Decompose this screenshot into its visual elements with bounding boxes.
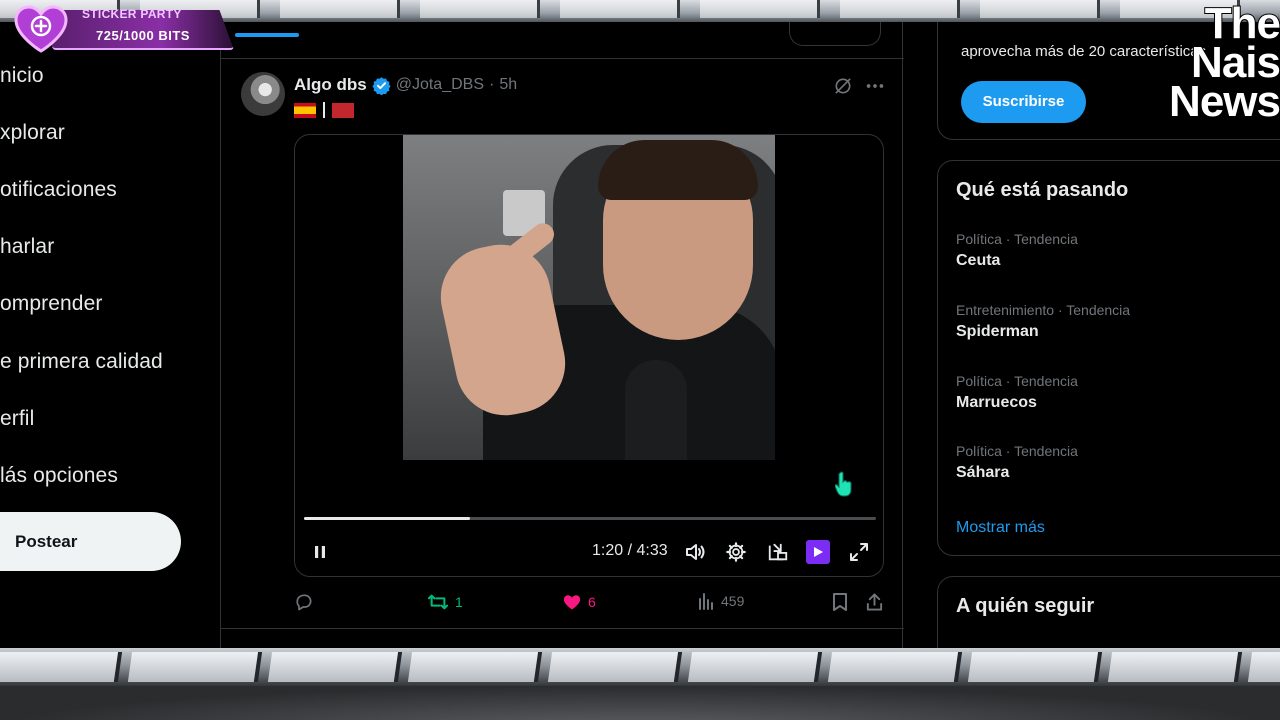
post-button[interactable]: Postear bbox=[0, 512, 181, 571]
grok-play-button[interactable] bbox=[806, 540, 830, 564]
video-frame[interactable] bbox=[403, 135, 775, 460]
trend-item-marruecos[interactable]: Política · Tendencia Marruecos bbox=[956, 373, 1276, 412]
spain-flag-icon bbox=[294, 102, 316, 118]
video-time: 1:20 / 4:33 bbox=[592, 542, 668, 559]
retweet-button[interactable]: 1 bbox=[427, 592, 463, 612]
video-progress-fill bbox=[304, 517, 470, 520]
views-chart-icon bbox=[699, 593, 713, 610]
divider bbox=[221, 628, 904, 629]
volume-button[interactable] bbox=[683, 540, 707, 564]
bookmark-icon bbox=[833, 593, 847, 611]
views-count: 459 bbox=[721, 593, 745, 609]
show-more-link[interactable]: Mostrar más bbox=[956, 519, 1045, 537]
morocco-flag-icon bbox=[332, 102, 354, 118]
pause-button[interactable] bbox=[308, 540, 332, 564]
tweet-time[interactable]: 5h bbox=[499, 76, 517, 94]
trend-item-ceuta[interactable]: Política · Tendencia Ceuta bbox=[956, 231, 1276, 270]
retweet-count: 1 bbox=[455, 594, 463, 610]
trends-card: Qué está pasando Política · Tendencia Ce… bbox=[937, 160, 1280, 556]
trend-meta: Política · Tendencia bbox=[956, 231, 1078, 247]
share-icon bbox=[866, 593, 883, 611]
pause-icon bbox=[315, 546, 325, 558]
trend-meta: Política · Tendencia bbox=[956, 373, 1078, 389]
gear-icon bbox=[726, 542, 746, 562]
badge-title: STICKER PARTY bbox=[82, 7, 182, 21]
timeline: Algo dbs @Jota_DBS · 5h 1:20 / 4:33 1 6 … bbox=[220, 22, 904, 648]
heart-plus-icon bbox=[14, 5, 68, 53]
the-nais-news-logo: The Nais News bbox=[1158, 1, 1280, 128]
trend-item-spiderman[interactable]: Entretenimiento · Tendencia Spiderman bbox=[956, 302, 1276, 341]
tweet-author: Algo dbs @Jota_DBS · 5h bbox=[294, 75, 517, 95]
top-pill-button[interactable] bbox=[789, 22, 881, 46]
sidebar-item-charlar[interactable]: harlar bbox=[0, 235, 54, 259]
sidebar-item-perfil[interactable]: erfil bbox=[0, 407, 34, 431]
like-count: 6 bbox=[588, 594, 596, 610]
share-button[interactable] bbox=[865, 592, 884, 612]
volume-icon bbox=[686, 544, 705, 560]
expand-icon bbox=[850, 543, 868, 561]
retweet-icon bbox=[427, 594, 449, 610]
trends-title: Qué está pasando bbox=[956, 179, 1129, 201]
hand-cursor-icon bbox=[835, 471, 852, 497]
picture-in-picture-button[interactable] bbox=[766, 540, 790, 564]
sidebar-item-explorar[interactable]: xplorar bbox=[0, 121, 65, 145]
heart-icon bbox=[563, 595, 581, 610]
trend-meta: Entretenimiento · Tendencia bbox=[956, 302, 1131, 318]
active-tab-indicator bbox=[235, 33, 299, 37]
sidebar-item-premium[interactable]: e primera calidad bbox=[0, 350, 163, 374]
sidebar-item-notificaciones[interactable]: otificaciones bbox=[0, 178, 117, 202]
sidebar-item-comprender[interactable]: omprender bbox=[0, 292, 102, 316]
play-icon bbox=[814, 547, 823, 557]
logo-line: News bbox=[1168, 77, 1280, 126]
trend-meta: Política · Tendencia bbox=[956, 443, 1078, 459]
trend-topic: Marruecos bbox=[956, 394, 1037, 411]
video-progress-bar[interactable] bbox=[304, 517, 876, 520]
trend-item-sahara[interactable]: Política · Tendencia Sáhara bbox=[956, 443, 1276, 482]
who-to-follow-card: A quién seguir bbox=[937, 576, 1280, 648]
views-button[interactable]: 459 bbox=[697, 592, 744, 610]
reply-button[interactable] bbox=[294, 592, 314, 612]
sidebar-item-mas-opciones[interactable]: lás opciones bbox=[0, 464, 118, 488]
bookmark-button[interactable] bbox=[831, 592, 849, 612]
flag-separator bbox=[323, 102, 325, 118]
avatar[interactable] bbox=[241, 72, 285, 116]
badge-bits: 725/1000 BITS bbox=[96, 28, 190, 43]
subscribe-button[interactable]: Suscribirse bbox=[961, 81, 1086, 123]
settings-button[interactable] bbox=[724, 540, 748, 564]
sidebar-nav: nicio xplorar otificaciones harlar ompre… bbox=[0, 22, 220, 648]
more-options-icon[interactable] bbox=[864, 76, 886, 96]
like-button[interactable]: 6 bbox=[562, 592, 596, 612]
microphone bbox=[625, 360, 687, 460]
tweet-actions: 1 6 459 bbox=[294, 592, 884, 616]
studio-backdrop-bottom bbox=[0, 648, 1280, 720]
separator-dot: · bbox=[489, 76, 495, 93]
who-to-follow-title: A quién seguir bbox=[956, 595, 1095, 617]
reply-icon bbox=[296, 594, 312, 611]
trend-topic: Sáhara bbox=[956, 464, 1010, 481]
tweet-text-flags bbox=[294, 102, 354, 118]
trend-topic: Ceuta bbox=[956, 252, 1001, 269]
x-app-window: nicio xplorar otificaciones harlar ompre… bbox=[0, 22, 1280, 648]
sidebar-item-inicio[interactable]: nicio bbox=[0, 64, 44, 88]
fullscreen-button[interactable] bbox=[847, 540, 871, 564]
pip-icon bbox=[768, 543, 788, 561]
author-name[interactable]: Algo dbs bbox=[294, 75, 367, 95]
author-handle[interactable]: @Jota_DBS bbox=[396, 76, 484, 94]
trend-topic: Spiderman bbox=[956, 323, 1039, 340]
video-player[interactable]: 1:20 / 4:33 bbox=[294, 134, 884, 577]
sticker-party-badge: STICKER PARTY 725/1000 BITS bbox=[12, 4, 242, 54]
grok-icon[interactable] bbox=[833, 76, 853, 96]
divider bbox=[221, 58, 904, 59]
verified-badge-icon bbox=[372, 76, 391, 95]
